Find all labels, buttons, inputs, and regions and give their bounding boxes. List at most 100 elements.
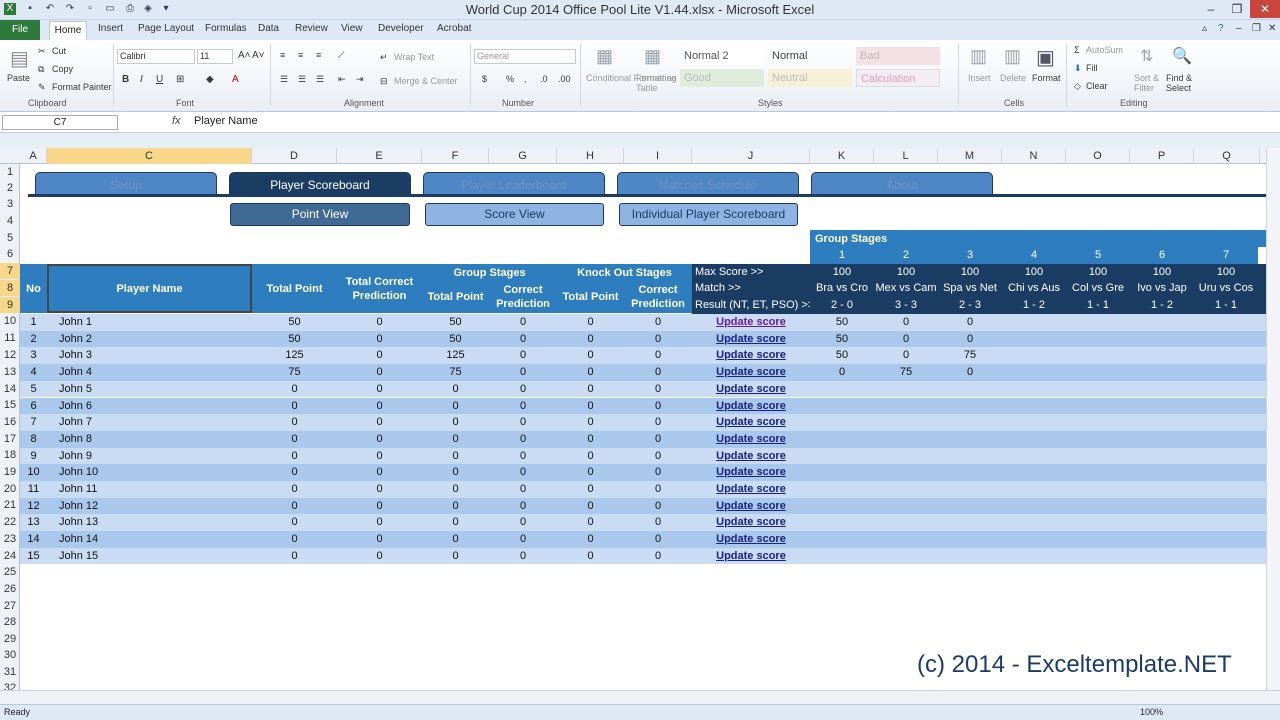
cell-gc[interactable]: 0 [489, 431, 557, 448]
update-score-link[interactable]: Update score [692, 381, 810, 398]
style-bad[interactable]: Bad [856, 47, 940, 65]
update-score-link[interactable]: Update score [692, 414, 810, 431]
column-header-i[interactable]: I [624, 148, 692, 164]
cell-tc[interactable]: 0 [337, 331, 422, 348]
cell-tc[interactable]: 0 [337, 414, 422, 431]
row-header-12[interactable]: 12 [0, 347, 20, 363]
column-header-c[interactable]: C [47, 148, 252, 164]
increase-decimal-icon[interactable]: .0 [540, 74, 548, 84]
row-header-19[interactable]: 19 [0, 464, 20, 480]
merge-icon[interactable]: ⊟ [380, 76, 388, 87]
cell-gt[interactable]: 0 [422, 448, 489, 465]
increase-indent-icon[interactable]: ⇥ [356, 74, 364, 85]
update-score-link[interactable]: Update score [692, 448, 810, 465]
row-header-27[interactable]: 27 [0, 598, 20, 614]
find-select-icon[interactable]: 🔍 [1172, 46, 1192, 66]
cell-gc[interactable]: 0 [489, 314, 557, 331]
row-header-10[interactable]: 10 [0, 313, 20, 329]
shrink-font-icon[interactable]: A˅ [252, 50, 265, 61]
cell-kc[interactable]: 0 [624, 347, 692, 364]
cell-name[interactable]: John 8 [47, 431, 252, 448]
insert-cells-icon[interactable]: ▥ [970, 46, 987, 67]
cell-tp[interactable]: 0 [252, 448, 337, 465]
update-score-link[interactable]: Update score [692, 464, 810, 481]
cell-gt[interactable]: 0 [422, 398, 489, 415]
cell-name[interactable]: John 2 [47, 331, 252, 348]
cell-tc[interactable]: 0 [337, 364, 422, 381]
cell-kt[interactable]: 0 [557, 514, 624, 531]
match-score-cell[interactable]: 75 [874, 364, 938, 381]
cell-gt[interactable]: 0 [422, 531, 489, 548]
cell-name[interactable]: John 11 [47, 481, 252, 498]
cell-tp[interactable]: 50 [252, 314, 337, 331]
match-score-cell[interactable]: 0 [874, 347, 938, 364]
cell-name[interactable]: John 9 [47, 448, 252, 465]
cell-name[interactable]: John 13 [47, 514, 252, 531]
delete-cells-button[interactable]: Delete [1000, 73, 1026, 83]
cell-tp[interactable]: 50 [252, 331, 337, 348]
cell-tp[interactable]: 0 [252, 548, 337, 565]
cell-tp[interactable]: 125 [252, 347, 337, 364]
column-header-o[interactable]: O [1066, 148, 1130, 164]
style-normal-2[interactable]: Normal 2 [680, 47, 764, 65]
match-score-cell[interactable]: 0 [874, 314, 938, 331]
column-header-n[interactable]: N [1002, 148, 1066, 164]
update-score-link[interactable]: Update score [692, 531, 810, 548]
align-center-icon[interactable]: ☰ [298, 74, 306, 85]
cell-kt[interactable]: 0 [557, 381, 624, 398]
column-header-g[interactable]: G [489, 148, 557, 164]
style-normal[interactable]: Normal [768, 47, 852, 65]
row-header-15[interactable]: 15 [0, 397, 20, 413]
cell-kt[interactable]: 0 [557, 398, 624, 415]
cell-tc[interactable]: 0 [337, 347, 422, 364]
update-score-link[interactable]: Update score [692, 314, 810, 331]
autosum-icon[interactable]: Σ [1074, 45, 1080, 55]
cell-kc[interactable]: 0 [624, 481, 692, 498]
cell-gt[interactable]: 50 [422, 331, 489, 348]
cell-gt[interactable]: 0 [422, 481, 489, 498]
row-header-22[interactable]: 22 [0, 514, 20, 530]
cell-name[interactable]: John 4 [47, 364, 252, 381]
grow-font-icon[interactable]: A˄ [238, 50, 251, 61]
update-score-link[interactable]: Update score [692, 498, 810, 515]
paste-button[interactable]: Paste [7, 73, 30, 83]
cell-gc[interactable]: 0 [489, 331, 557, 348]
cell-tp[interactable]: 0 [252, 531, 337, 548]
wb-minimize-icon[interactable]: – [1236, 23, 1242, 34]
update-score-link[interactable]: Update score [692, 331, 810, 348]
cell-no[interactable]: 13 [20, 514, 47, 531]
column-header-d[interactable]: D [252, 148, 337, 164]
style-neutral[interactable]: Neutral [768, 69, 852, 87]
column-header-e[interactable]: E [337, 148, 422, 164]
align-bottom-icon[interactable]: ≡ [316, 50, 321, 60]
cell-kc[interactable]: 0 [624, 498, 692, 515]
cell-kt[interactable]: 0 [557, 481, 624, 498]
row-header-11[interactable]: 11 [0, 330, 20, 346]
clear-icon[interactable]: ◇ [1074, 81, 1081, 92]
cut-button[interactable]: Cut [52, 46, 66, 56]
tab-data[interactable]: Data [258, 23, 279, 34]
match-score-cell[interactable]: 0 [810, 364, 874, 381]
cell-tp[interactable]: 0 [252, 431, 337, 448]
font-color-icon[interactable]: A [232, 74, 239, 85]
cell-no[interactable]: 5 [20, 381, 47, 398]
autosum-button[interactable]: AutoSum [1086, 45, 1123, 55]
column-header-h[interactable]: H [557, 148, 624, 164]
font-name-select[interactable]: Calibri [117, 49, 195, 64]
cell-kt[interactable]: 0 [557, 331, 624, 348]
fill-button[interactable]: Fill [1086, 63, 1098, 73]
format-painter-button[interactable]: Format Painter [52, 82, 112, 92]
decrease-indent-icon[interactable]: ⇤ [338, 74, 346, 85]
delete-cells-icon[interactable]: ▥ [1004, 46, 1021, 67]
row-header-3[interactable]: 3 [0, 196, 20, 212]
cell-kc[interactable]: 0 [624, 398, 692, 415]
cell-tc[interactable]: 0 [337, 514, 422, 531]
cell-gt[interactable]: 0 [422, 431, 489, 448]
cell-kt[interactable]: 0 [557, 431, 624, 448]
restore-icon[interactable]: ❐ [1224, 0, 1250, 18]
column-header-m[interactable]: M [938, 148, 1002, 164]
cell-tc[interactable]: 0 [337, 381, 422, 398]
row-header-4[interactable]: 4 [0, 213, 20, 229]
cell-kc[interactable]: 0 [624, 531, 692, 548]
cell-no[interactable]: 2 [20, 331, 47, 348]
